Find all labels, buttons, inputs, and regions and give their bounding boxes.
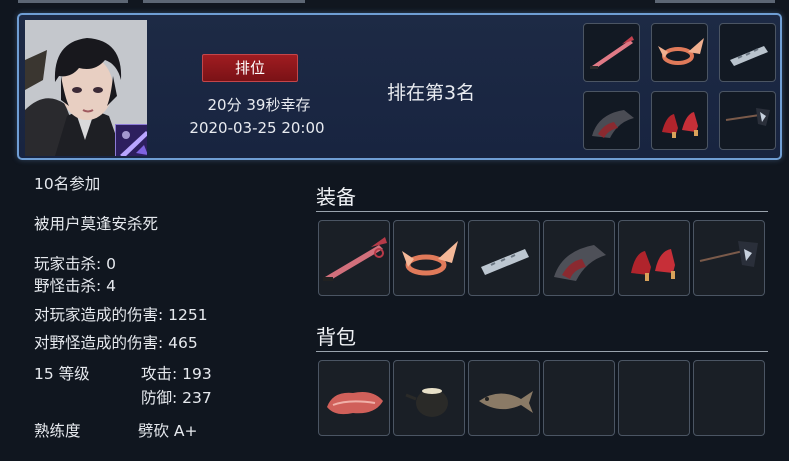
flag-spear-icon: [725, 108, 770, 126]
equipment-slot-arm[interactable]: [468, 220, 540, 296]
winged-circlet-icon: [402, 241, 458, 276]
fish-icon: [479, 391, 533, 413]
equipment-slot-head[interactable]: [393, 220, 465, 296]
survival-time: 20分 39秒幸存: [207, 96, 311, 114]
gauntlet-icon: [592, 110, 634, 138]
equipment-slot-feet[interactable]: [618, 220, 690, 296]
flag-spear-icon: [699, 241, 758, 267]
backpack-slot-2[interactable]: [393, 360, 465, 436]
bracer-icon: [730, 46, 768, 66]
participants-count: 10名参加: [34, 175, 101, 193]
red-heels-icon: [631, 249, 675, 281]
monster-damage: 对野怪造成的伤害: 465: [34, 334, 198, 352]
match-summary-card[interactable]: 排位 20分 39秒幸存 2020-03-25 20:00 排在第3名: [17, 13, 782, 160]
pot-icon: [405, 388, 448, 417]
defense-stat: 防御: 237: [141, 389, 212, 407]
equipment-divider: [316, 211, 768, 212]
backpack-divider: [316, 351, 768, 352]
character-portrait: [25, 20, 147, 156]
backpack-slot-5[interactable]: [618, 360, 690, 436]
backpack-slot-3[interactable]: [468, 360, 540, 436]
attack-stat: 攻击: 193: [141, 365, 212, 383]
equipment-slot-hands[interactable]: [543, 220, 615, 296]
killed-by-text: 被用户莫逢安杀死: [34, 215, 159, 233]
backpack-slot-6[interactable]: [693, 360, 765, 436]
level-text: 15 等级: [34, 365, 90, 383]
placement-text: 排在第3名: [387, 82, 476, 104]
equipment-slot-weapon[interactable]: [318, 220, 390, 296]
equipment-title: 装备: [316, 185, 356, 209]
backpack-title: 背包: [316, 325, 356, 349]
equipped-slot-weapon[interactable]: [583, 23, 640, 82]
sword-icon: [323, 237, 387, 281]
bracer-icon: [481, 249, 529, 275]
equipped-slot-arm[interactable]: [719, 23, 776, 82]
match-date: 2020-03-25 20:00: [189, 119, 325, 137]
backpack-slot-1[interactable]: [318, 360, 390, 436]
meat-icon: [327, 392, 383, 415]
ranked-mode-badge: 排位: [202, 54, 298, 82]
proficiency-value: 劈砍 A+: [138, 422, 198, 440]
top-edge-fragments: [0, 0, 789, 6]
equipped-slot-head[interactable]: [651, 23, 708, 82]
monster-kills: 野怪击杀: 4: [34, 277, 117, 295]
winged-circlet-icon: [658, 38, 704, 65]
equipped-slot-feet[interactable]: [651, 91, 708, 150]
player-kills: 玩家击杀: 0: [34, 255, 117, 273]
backpack-slot-4[interactable]: [543, 360, 615, 436]
proficiency-label: 熟练度: [34, 422, 81, 440]
equipment-slot-accessory[interactable]: [693, 220, 765, 296]
gauntlet-icon: [554, 245, 606, 281]
equipped-slot-hands[interactable]: [583, 91, 640, 150]
red-heels-icon: [662, 112, 698, 138]
sword-icon: [590, 36, 634, 69]
player-damage: 对玩家造成的伤害: 1251: [34, 306, 208, 324]
class-icon: [115, 124, 147, 156]
equipped-slot-accessory[interactable]: [719, 91, 776, 150]
